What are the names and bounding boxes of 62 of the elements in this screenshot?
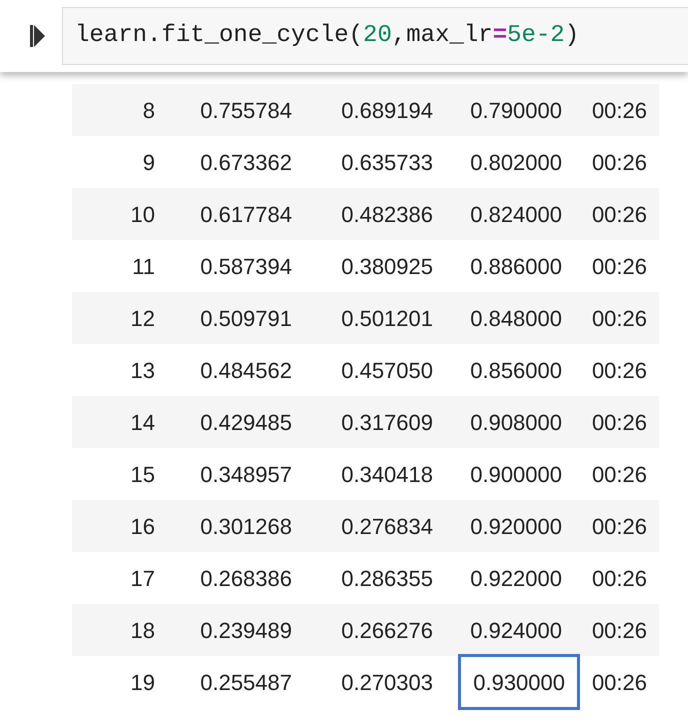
- run-icon[interactable]: [30, 25, 46, 47]
- table-cell-text: 0.886000: [470, 252, 563, 280]
- table-cell-text: 0.790000: [470, 96, 563, 124]
- table-cell-text: 0.286355: [341, 564, 434, 592]
- table-cell-text: 0.457050: [341, 356, 434, 384]
- table-cell: 0.930000: [458, 654, 580, 710]
- table-cell-text: 16: [130, 512, 156, 540]
- table-cell-text: 0.908000: [470, 408, 563, 436]
- table-cell-text: 0.380925: [341, 252, 434, 280]
- table-cell-text: 0.482386: [341, 200, 434, 228]
- table-cell-text: 18: [130, 616, 156, 644]
- table-cell-text: 00:26: [592, 200, 648, 228]
- table-cell-text: 15: [130, 460, 156, 488]
- table-cell-text: 0.755784: [200, 96, 293, 124]
- table-cell-text: 0.268386: [200, 564, 293, 592]
- table-cell-text: 0.501201: [341, 304, 434, 332]
- table-cell-text: 00:26: [592, 668, 648, 696]
- table-cell-text: 00:26: [592, 564, 648, 592]
- table-cell-text: 00:26: [592, 356, 648, 384]
- table-cell-text: 0.689194: [341, 96, 434, 124]
- table-cell-text: 13: [130, 356, 156, 384]
- table-cell-text: 11: [132, 252, 156, 280]
- table-cell-text: 19: [130, 668, 156, 696]
- table-cell-text: 0.429485: [200, 408, 293, 436]
- table-cell-text: 0.239489: [200, 616, 293, 644]
- table-cell-text: 0.924000: [470, 616, 563, 644]
- table-cell-text: 0.340418: [341, 460, 434, 488]
- table-cell-text: 0.900000: [470, 460, 563, 488]
- table-cell-text: 0.276834: [341, 512, 434, 540]
- table-cell-text: 0.587394: [200, 252, 293, 280]
- table-cell-text: 0.255487: [200, 668, 293, 696]
- table-cell-text: 0.802000: [470, 148, 563, 176]
- table-cell-text: 00:26: [592, 460, 648, 488]
- table-cell-text: 0.484562: [200, 356, 293, 384]
- table-cell-text: 0.922000: [470, 564, 563, 592]
- table-cell-text: 0.673362: [200, 148, 293, 176]
- table-cell-text: 0.856000: [470, 356, 563, 384]
- table-cell-text: 0.348957: [200, 460, 293, 488]
- table-cell-text: 00:26: [592, 616, 648, 644]
- table-cell-text: 0.848000: [470, 304, 563, 332]
- table-cell-text: 0.824000: [470, 200, 563, 228]
- table-cell-text: 0.635733: [341, 148, 434, 176]
- table-cell-text: 17: [130, 564, 156, 592]
- table-cell-text: 00:26: [592, 304, 648, 332]
- table-cell-text: 00:26: [592, 148, 648, 176]
- table-cell-text: 14: [130, 408, 156, 436]
- table-cell-text: 8: [142, 96, 156, 124]
- table-cell-text: 00:26: [592, 408, 648, 436]
- table-cell-text: 00:26: [592, 512, 648, 540]
- table-cell-text: 0.266276: [341, 616, 434, 644]
- code-cell[interactable]: learn.fit_one_cycle(20,max_lr=5e-2): [62, 7, 688, 65]
- table-cell-text: 0.509791: [200, 304, 293, 332]
- table-cell-text: 0.617784: [200, 200, 293, 228]
- table-cell-text: 0.317609: [341, 408, 434, 436]
- table-cell-text: 00:26: [592, 96, 648, 124]
- table-cell-text: 0.270303: [341, 668, 434, 696]
- table-cell-text: 9: [142, 148, 156, 176]
- table-cell-text: 00:26: [592, 252, 648, 280]
- table-cell-text: 10: [130, 200, 156, 228]
- table-cell-text: 0.301268: [200, 512, 293, 540]
- table-cell-text: 12: [130, 304, 156, 332]
- table-cell-text: 0.920000: [470, 512, 563, 540]
